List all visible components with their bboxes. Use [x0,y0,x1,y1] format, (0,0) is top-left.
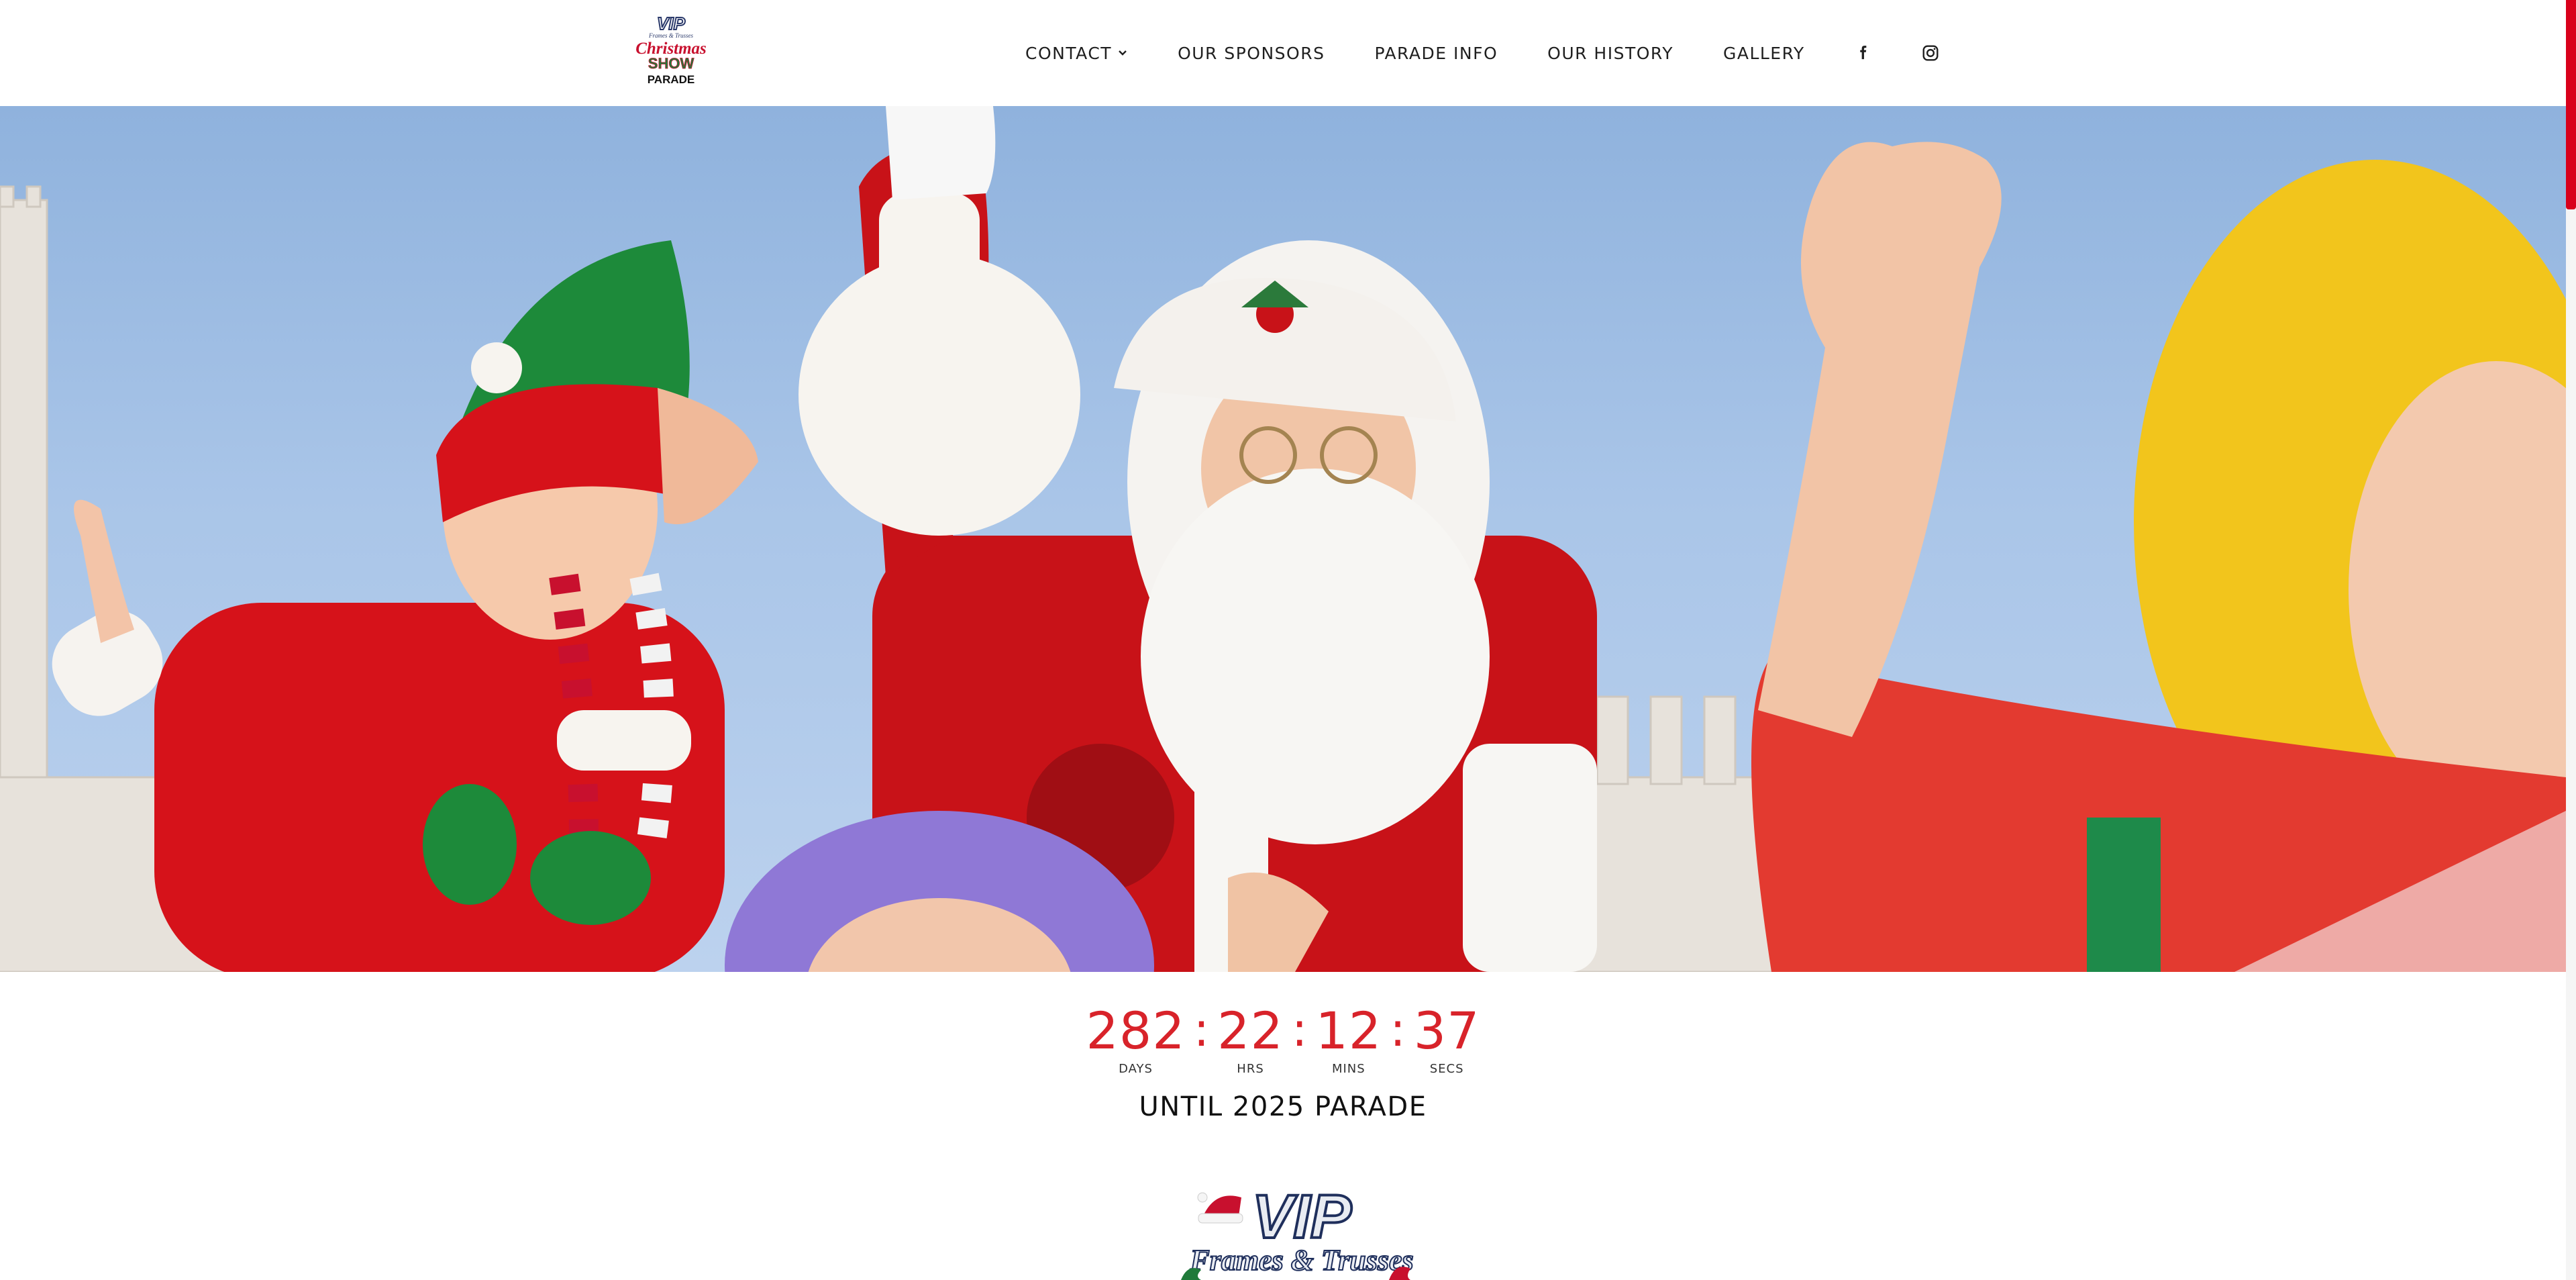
countdown-mins: 12 MINS [1315,1000,1382,1076]
hero-photo [0,106,2566,972]
hero-illustration [0,106,2566,972]
site-header: VIP Frames & Trusses Christmas SHOW PARA… [0,0,2566,106]
page-scrollbar[interactable] [2566,0,2576,1280]
nav-contact-label: CONTACT [1025,43,1113,63]
countdown-hours: 22 HRS [1217,1000,1284,1076]
instagram-icon [1922,45,1939,61]
logo-parade: PARADE [648,73,695,86]
countdown-days-value: 282 [1086,1001,1186,1061]
countdown-mins-label: MINS [1331,1062,1366,1076]
site-logo[interactable]: VIP Frames & Trusses Christmas SHOW PARA… [627,12,715,87]
sponsor-frames-trusses: Frames & Trusses [1189,1244,1413,1277]
logo-show: SHOW [648,55,694,72]
nav-our-history[interactable]: OUR HISTORY [1547,44,1673,63]
logo-frames-trusses: Frames & Trusses [648,32,694,39]
countdown-hours-value: 22 [1217,1001,1284,1061]
countdown-secs-label: SECS [1429,1062,1464,1076]
countdown-separator: : [1291,1002,1308,1057]
nav-gallery-label: GALLERY [1722,43,1805,63]
countdown-days: 282 DAYS [1086,1000,1186,1076]
countdown-secs-value: 37 [1413,1001,1480,1061]
nav-parade-info[interactable]: PARADE INFO [1374,44,1498,63]
countdown-separator: : [1390,1002,1406,1057]
countdown-mins-value: 12 [1315,1001,1382,1061]
countdown-separator: : [1193,1002,1210,1057]
main-nav: CONTACT OUR SPONSORS PARADE INFO OUR HIS… [1025,0,1939,106]
nav-our-sponsors-label: OUR SPONSORS [1178,43,1325,63]
nav-gallery[interactable]: GALLERY [1723,44,1805,63]
santa-hat-icon [1197,1192,1243,1224]
facebook-link[interactable] [1855,44,1872,62]
sponsor-logo[interactable]: VIP Frames & Trusses [1174,1183,1429,1280]
countdown-hours-label: HRS [1237,1062,1264,1076]
nav-our-sponsors[interactable]: OUR SPONSORS [1178,44,1325,63]
countdown-days-label: DAYS [1119,1062,1153,1076]
sponsor-vip: VIP [1252,1183,1352,1251]
chevron-down-icon [1119,50,1127,56]
nav-parade-info-label: PARADE INFO [1374,43,1498,63]
instagram-link[interactable] [1922,44,1939,62]
scrollbar-thumb[interactable] [2566,0,2576,209]
logo-vip: VIP [657,13,686,34]
countdown-caption: UNTIL 2025 PARADE [1139,1091,1427,1122]
nav-our-history-label: OUR HISTORY [1547,43,1673,63]
nav-contact[interactable]: CONTACT [1025,44,1128,63]
facebook-icon [1859,46,1866,60]
countdown-secs: 37 SECS [1414,1000,1480,1076]
parade-countdown: 282 DAYS : 22 HRS : 12 MINS : 37 SECS [0,1000,2566,1076]
page: VIP Frames & Trusses Christmas SHOW PARA… [0,0,2576,1280]
yellow-wig-child [1751,142,2566,972]
